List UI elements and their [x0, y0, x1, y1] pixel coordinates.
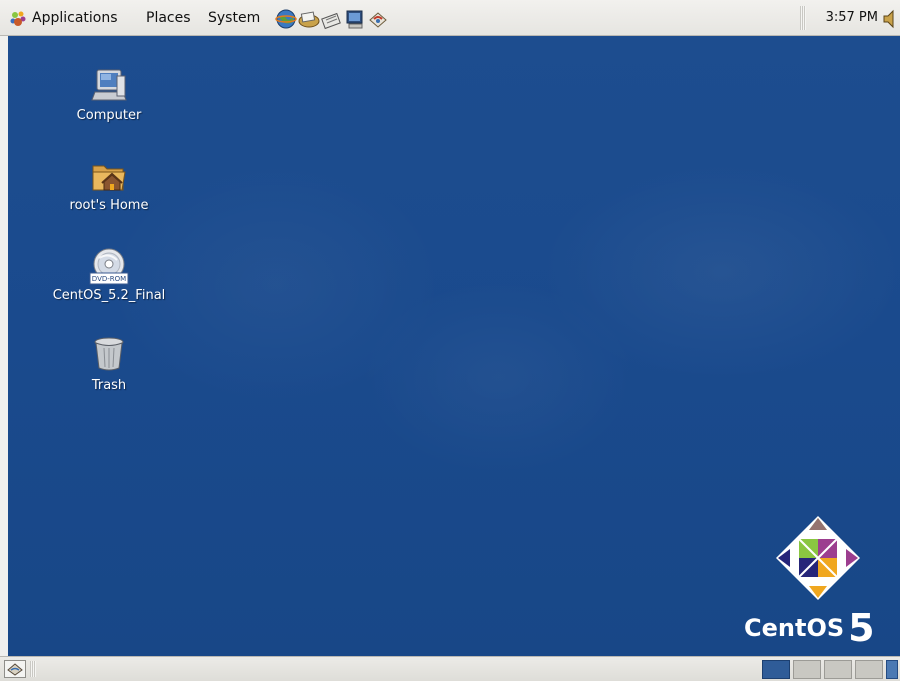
web-browser-icon[interactable] — [275, 8, 297, 30]
centos-wordmark: CentOS 5 — [744, 606, 875, 650]
desktop-icon-label: Computer — [76, 108, 142, 123]
desktop-icon-trash[interactable]: Trash — [44, 334, 174, 393]
desktop-icon-computer[interactable]: Computer — [44, 66, 174, 123]
desktop-icon-dvd[interactable]: DVD-ROM CentOS_5.2_Final — [44, 246, 174, 303]
top-panel: Applications Places System 3:57 PM — [0, 0, 900, 36]
centos-word: CentOS — [744, 614, 845, 642]
centos-logo-icon — [776, 516, 860, 600]
clock[interactable]: 3:57 PM — [826, 0, 878, 36]
menu-system[interactable]: System — [208, 0, 260, 36]
desktop[interactable]: Computer root's Home DVD-ROM CentOS_5.2_… — [8, 36, 900, 656]
desktop-icon-label: CentOS_5.2_Final — [52, 288, 166, 303]
terminal-icon[interactable] — [344, 8, 366, 30]
dvd-badge: DVD-ROM — [91, 275, 127, 283]
text-editor-icon[interactable] — [321, 8, 343, 30]
trash-applet-icon[interactable] — [886, 660, 898, 679]
bottom-panel — [0, 656, 900, 681]
email-icon[interactable] — [298, 8, 320, 30]
desktop-icon-label: Trash — [91, 378, 127, 393]
workspace-3[interactable] — [824, 660, 852, 679]
centos-version: 5 — [848, 606, 875, 650]
gnome-foot-icon[interactable] — [8, 9, 28, 29]
computer-icon — [91, 69, 127, 101]
workspace-4[interactable] — [855, 660, 883, 679]
menu-applications[interactable]: Applications — [32, 0, 118, 36]
desktop-icon-home[interactable]: root's Home — [44, 156, 174, 213]
workspace-2[interactable] — [793, 660, 821, 679]
desktop-icon-label: root's Home — [69, 198, 149, 213]
workspace-1[interactable] — [762, 660, 790, 679]
show-desktop-icon — [7, 663, 23, 676]
menu-places[interactable]: Places — [146, 0, 191, 36]
panel-separator — [800, 6, 806, 30]
panel-grip — [30, 661, 36, 677]
trash-icon — [94, 337, 124, 371]
volume-icon[interactable] — [882, 9, 900, 29]
update-icon[interactable] — [367, 8, 389, 30]
show-desktop-button[interactable] — [4, 660, 26, 678]
home-folder-icon — [92, 165, 126, 191]
